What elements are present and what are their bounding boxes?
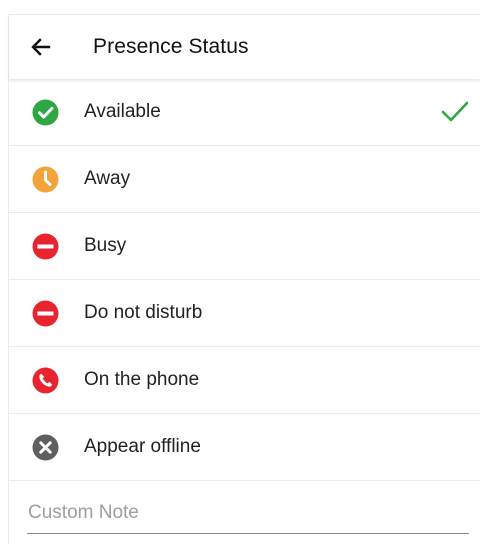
presence-status-screen: Presence Status Available Away Busy Do n… — [8, 14, 480, 544]
status-item-busy[interactable]: Busy — [9, 213, 480, 280]
app-bar: Presence Status — [9, 15, 480, 79]
selected-check-icon — [441, 101, 469, 122]
status-label: Appear offline — [84, 436, 201, 457]
status-label: Do not disturb — [84, 302, 203, 323]
page-title: Presence Status — [93, 35, 249, 58]
status-list: Available Away Busy Do not disturb On th… — [9, 79, 480, 481]
status-item-away[interactable]: Away — [9, 146, 480, 213]
status-item-on-the-phone[interactable]: On the phone — [9, 347, 480, 414]
clock-icon — [32, 166, 59, 193]
status-label: On the phone — [84, 369, 200, 390]
status-item-appear-offline[interactable]: Appear offline — [9, 414, 480, 481]
back-button[interactable] — [27, 33, 55, 61]
minus-circle-icon — [32, 233, 59, 260]
status-item-do-not-disturb[interactable]: Do not disturb — [9, 280, 480, 347]
phone-icon — [32, 367, 59, 394]
status-label: Away — [84, 168, 131, 189]
status-label: Busy — [84, 235, 127, 256]
check-circle-icon — [32, 99, 59, 126]
minus-circle-icon — [32, 300, 59, 327]
custom-note-input[interactable] — [27, 495, 470, 531]
status-item-available[interactable]: Available — [9, 79, 480, 146]
x-circle-icon — [32, 434, 59, 461]
arrow-left-icon — [31, 38, 51, 56]
status-label: Available — [84, 101, 161, 122]
custom-note-field — [27, 495, 470, 534]
